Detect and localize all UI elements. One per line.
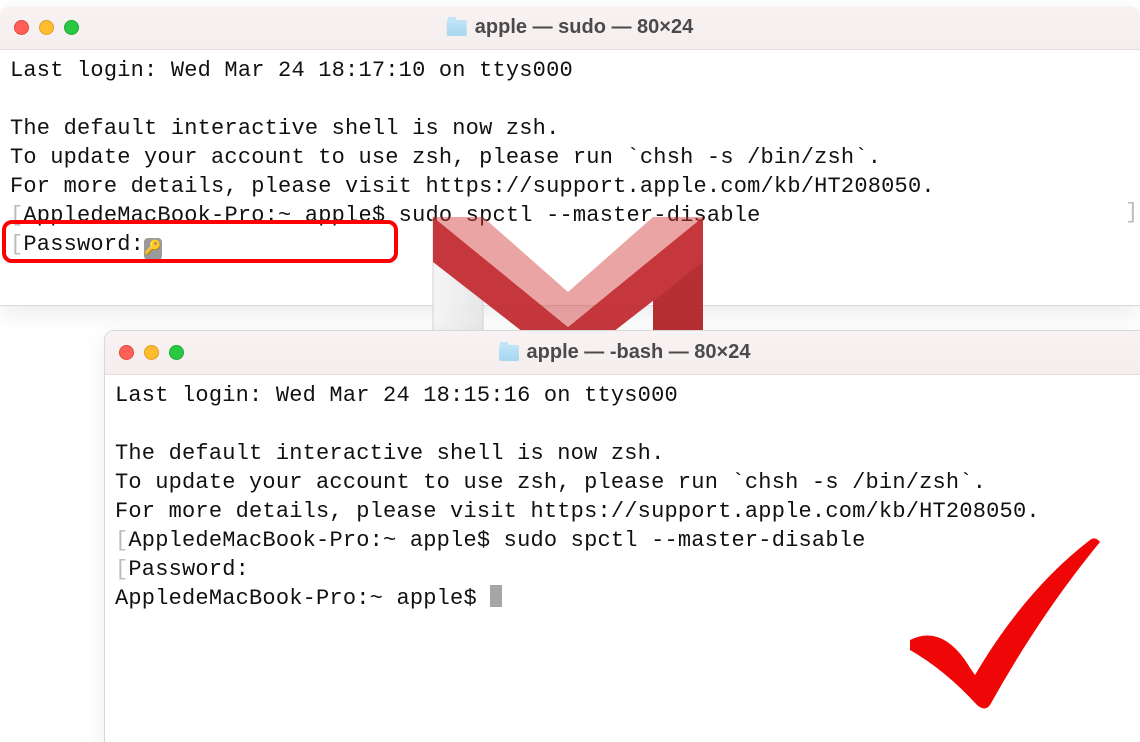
line-prompt-cmd: [AppledeMacBook-Pro:~ apple$ sudo spctl … bbox=[10, 201, 1130, 230]
folder-icon bbox=[499, 345, 519, 361]
folder-icon bbox=[447, 20, 467, 36]
line-last-login: Last login: Wed Mar 24 18:17:10 on ttys0… bbox=[10, 56, 1130, 85]
line-zsh-details: For more details, please visit https://s… bbox=[10, 172, 1130, 201]
password-label: Password: bbox=[23, 232, 144, 257]
traffic-lights bbox=[14, 20, 79, 35]
minimize-icon[interactable] bbox=[39, 20, 54, 35]
line-zsh-notice: The default interactive shell is now zsh… bbox=[115, 439, 1134, 468]
close-icon[interactable] bbox=[119, 345, 134, 360]
zoom-icon[interactable] bbox=[169, 345, 184, 360]
line-last-login: Last login: Wed Mar 24 18:15:16 on ttys0… bbox=[115, 381, 1134, 410]
titlebar[interactable]: apple — sudo — 80×24 bbox=[0, 6, 1140, 50]
terminal-body[interactable]: Last login: Wed Mar 24 18:15:16 on ttys0… bbox=[105, 375, 1140, 619]
terminal-window-bash: apple — -bash — 80×24 Last login: Wed Ma… bbox=[104, 330, 1140, 742]
line-password[interactable]: [Password:🔑 bbox=[10, 230, 1130, 260]
blank-line bbox=[115, 410, 1134, 439]
line-password: [Password: bbox=[115, 555, 1134, 584]
terminal-window-sudo: apple — sudo — 80×24 Last login: Wed Mar… bbox=[0, 6, 1140, 306]
titlebar[interactable]: apple — -bash — 80×24 bbox=[105, 331, 1140, 375]
line-zsh-update: To update your account to use zsh, pleas… bbox=[115, 468, 1134, 497]
window-title: apple — sudo — 80×24 bbox=[447, 16, 693, 39]
window-title-text: apple — -bash — 80×24 bbox=[527, 341, 751, 364]
minimize-icon[interactable] bbox=[144, 345, 159, 360]
prompt-command-text: AppledeMacBook-Pro:~ apple$ sudo spctl -… bbox=[23, 203, 760, 228]
close-icon[interactable] bbox=[14, 20, 29, 35]
blank-line bbox=[10, 85, 1130, 114]
window-title-text: apple — sudo — 80×24 bbox=[475, 16, 693, 39]
prompt-command-text: AppledeMacBook-Pro:~ apple$ sudo spctl -… bbox=[128, 528, 865, 553]
password-label: Password: bbox=[128, 557, 249, 582]
line-zsh-notice: The default interactive shell is now zsh… bbox=[10, 114, 1130, 143]
window-title: apple — -bash — 80×24 bbox=[499, 341, 751, 364]
zoom-icon[interactable] bbox=[64, 20, 79, 35]
bracket-right: ] bbox=[1125, 198, 1138, 227]
line-prompt-cmd: [AppledeMacBook-Pro:~ apple$ sudo spctl … bbox=[115, 526, 1134, 555]
line-prompt-ready[interactable]: AppledeMacBook-Pro:~ apple$ bbox=[115, 584, 1134, 613]
key-icon: 🔑 bbox=[144, 238, 162, 260]
terminal-body[interactable]: Last login: Wed Mar 24 18:17:10 on ttys0… bbox=[0, 50, 1140, 266]
prompt-ready-text: AppledeMacBook-Pro:~ apple$ bbox=[115, 586, 490, 611]
line-zsh-details: For more details, please visit https://s… bbox=[115, 497, 1134, 526]
cursor-icon bbox=[490, 585, 502, 607]
line-zsh-update: To update your account to use zsh, pleas… bbox=[10, 143, 1130, 172]
traffic-lights bbox=[119, 345, 184, 360]
